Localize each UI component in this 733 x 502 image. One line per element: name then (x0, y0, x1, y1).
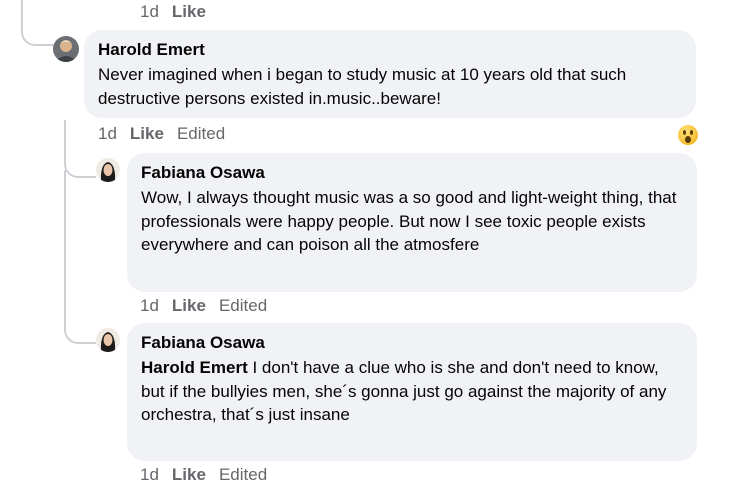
previous-comment-meta: 1d Like (140, 2, 206, 22)
previous-comment-like-button[interactable]: Like (172, 2, 206, 22)
edited-label[interactable]: Edited (219, 465, 267, 485)
wow-eye-right (690, 130, 693, 135)
edited-label[interactable]: Edited (219, 296, 267, 316)
previous-comment-time[interactable]: 1d (140, 2, 159, 22)
avatar[interactable] (96, 158, 120, 182)
harold-avatar-image (53, 36, 79, 62)
avatar[interactable] (53, 36, 79, 62)
comment-time[interactable]: 1d (140, 296, 159, 316)
comment-meta-fabiana-1: 1d Like Edited (140, 296, 267, 316)
thread-line-reply-2 (64, 170, 96, 344)
comment-author[interactable]: Fabiana Osawa (141, 162, 683, 184)
comment-author[interactable]: Fabiana Osawa (141, 332, 683, 354)
comment-meta-harold: 1d Like Edited (98, 124, 225, 144)
avatar[interactable] (96, 328, 120, 352)
wow-eye-left (683, 130, 686, 135)
comment-bubble-fabiana-1: Fabiana Osawa Wow, I always thought musi… (127, 153, 697, 292)
comment-text: Wow, I always thought music was a so goo… (141, 188, 677, 254)
wow-mouth (685, 136, 691, 143)
mention-link[interactable]: Harold Emert (141, 358, 248, 377)
comment-text: Harold Emert I don't have a clue who is … (141, 356, 683, 427)
wow-reaction-icon[interactable] (678, 125, 698, 145)
comment-time[interactable]: 1d (140, 465, 159, 485)
like-button[interactable]: Like (130, 124, 164, 144)
edited-label[interactable]: Edited (177, 124, 225, 144)
like-button[interactable]: Like (172, 296, 206, 316)
comment-time[interactable]: 1d (98, 124, 117, 144)
fabiana-avatar-image (96, 158, 120, 182)
comment-meta-fabiana-2: 1d Like Edited (140, 465, 267, 485)
like-button[interactable]: Like (172, 465, 206, 485)
comment-bubble-harold: Harold Emert Never imagined when i began… (84, 30, 696, 118)
comment-bubble-fabiana-2: Fabiana Osawa Harold Emert I don't have … (127, 323, 697, 461)
fabiana-avatar-image (96, 328, 120, 352)
comment-text: Never imagined when i began to study mus… (98, 65, 627, 108)
comment-author[interactable]: Harold Emert (98, 39, 682, 61)
